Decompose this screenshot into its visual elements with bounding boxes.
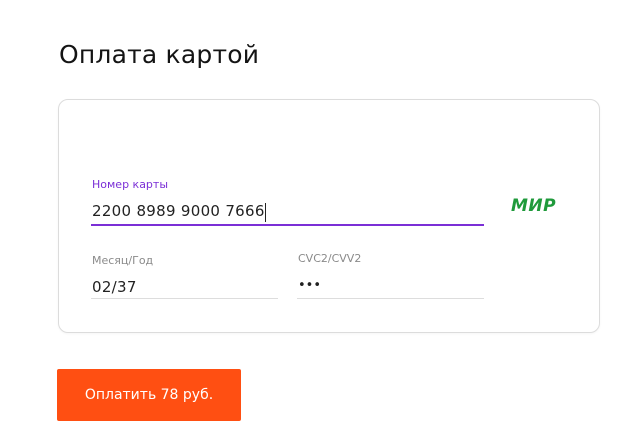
card-number-underline [91, 224, 484, 226]
pay-button-label: Оплатить 78 руб. [84, 387, 214, 403]
expiry-label: Месяц/Год [92, 254, 154, 267]
text-caret [265, 203, 266, 222]
pay-button[interactable]: Оплатить 78 руб. [57, 369, 241, 421]
cvc-input[interactable] [298, 278, 478, 293]
card-number-input[interactable] [92, 202, 292, 220]
expiry-underline [91, 298, 278, 299]
payment-page: Оплата картой Номер карты МИР Месяц/Год … [0, 0, 633, 421]
expiry-input[interactable] [92, 278, 272, 296]
card-number-label: Номер карты [92, 178, 169, 191]
page-title: Оплата картой [59, 40, 260, 69]
cvc-label: CVC2/CVV2 [298, 252, 362, 265]
mir-logo-icon: МИР [511, 196, 557, 216]
cvc-underline [297, 298, 484, 299]
